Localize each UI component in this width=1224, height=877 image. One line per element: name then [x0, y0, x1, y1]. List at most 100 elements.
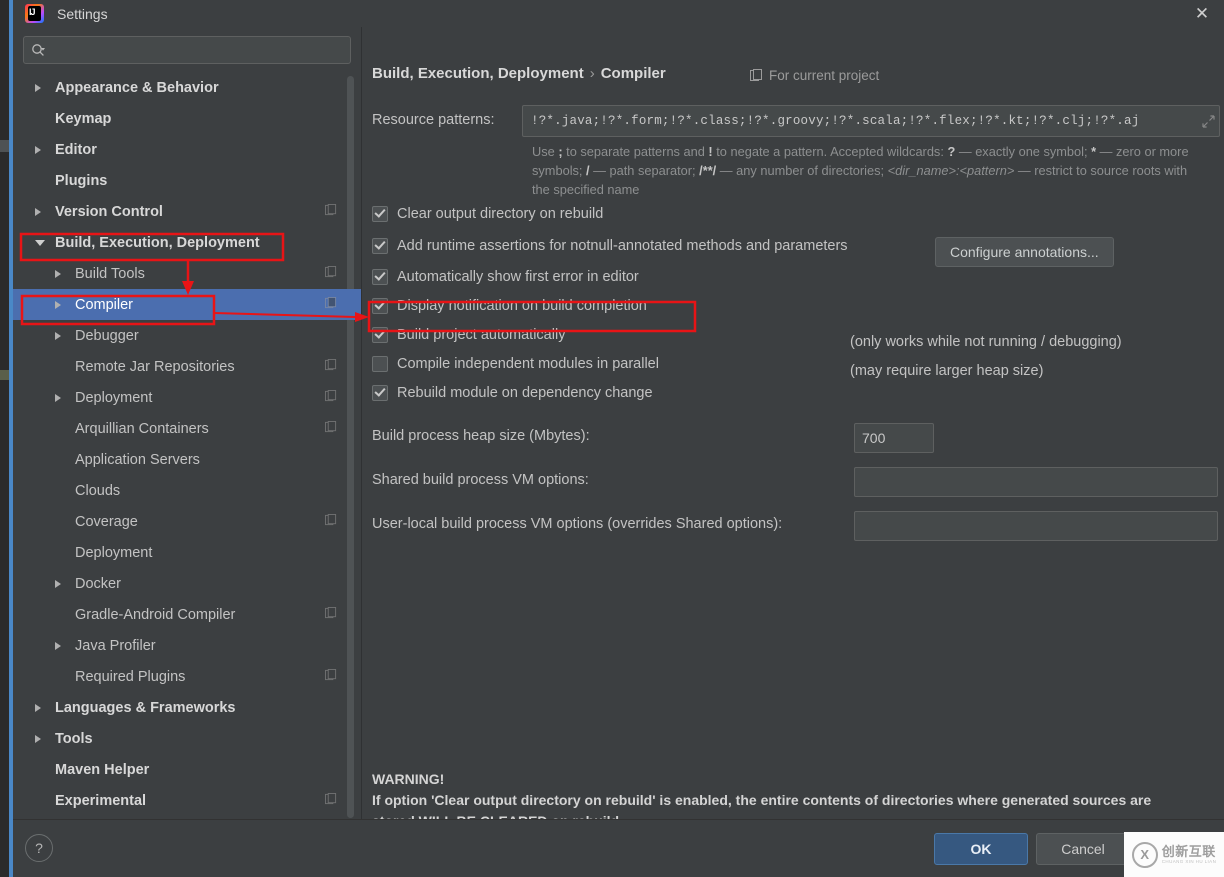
checkbox-checked-icon[interactable] [372, 327, 388, 343]
sidebar-item-label: Languages & Frameworks [55, 699, 236, 716]
sidebar-item-label: Coverage [75, 513, 138, 530]
sidebar-item-label: Arquillian Containers [75, 420, 209, 437]
sidebar-item-maven-helper[interactable]: Maven Helper [13, 754, 361, 785]
sidebar-item-gradle-android-compiler[interactable]: Gradle-Android Compiler [13, 599, 361, 630]
sidebar-item-keymap[interactable]: Keymap [13, 103, 361, 134]
sidebar-item-java-profiler[interactable]: Java Profiler [13, 630, 361, 661]
checkbox-rebuild-module-on-dependency-change[interactable]: Rebuild module on dependency change [372, 382, 848, 404]
checkbox-automatically-show-first-error-in-editor[interactable]: Automatically show first error in editor [372, 266, 848, 288]
user-local-vm-options-field[interactable] [854, 511, 1218, 541]
resource-patterns-field[interactable] [522, 105, 1220, 137]
project-scope-icon [325, 296, 337, 313]
resource-patterns-help: Use ; to separate patterns and ! to nega… [532, 142, 1204, 199]
shared-vm-options-label: Shared build process VM options: [372, 472, 589, 488]
sidebar-item-label: Appearance & Behavior [55, 79, 219, 96]
checkbox-checked-icon[interactable] [372, 269, 388, 285]
sidebar-item-experimental[interactable]: Experimental [13, 785, 361, 816]
sidebar-item-label: Required Plugins [75, 668, 186, 685]
sidebar-item-clouds[interactable]: Clouds [13, 475, 361, 506]
sidebar-item-required-plugins[interactable]: Required Plugins [13, 661, 361, 692]
shared-vm-options-input[interactable] [855, 468, 1217, 496]
help-button[interactable]: ? [25, 834, 53, 862]
chevron-right-icon[interactable] [55, 269, 61, 278]
chevron-right-icon[interactable] [55, 393, 61, 402]
heap-size-field[interactable] [854, 423, 934, 453]
sidebar-item-label: Clouds [75, 482, 121, 499]
checkbox-add-runtime-assertions-for-notnull-annotated-methods-and-parameters[interactable]: Add runtime assertions for notnull-annot… [372, 235, 848, 257]
checkbox-unchecked-icon[interactable] [372, 356, 388, 372]
project-scope-icon [325, 358, 337, 375]
breadcrumb: Build, Execution, Deployment › Compiler [372, 65, 666, 82]
chevron-right-icon[interactable] [55, 300, 61, 309]
heap-size-input[interactable] [855, 424, 933, 452]
sidebar-item-appearance-behavior[interactable]: Appearance & Behavior [13, 72, 361, 103]
cancel-button[interactable]: Cancel [1036, 833, 1130, 865]
user-local-vm-options-label: User-local build process VM options (ove… [372, 516, 783, 532]
chevron-right-icon[interactable] [35, 207, 41, 216]
chevron-right-icon[interactable] [35, 703, 41, 712]
sidebar-item-remote-jar-repositories[interactable]: Remote Jar Repositories [13, 351, 361, 382]
for-current-project-label: For current project [769, 68, 880, 83]
checkbox-label: Compile independent modules in parallel [397, 356, 659, 372]
user-local-vm-options-input[interactable] [855, 512, 1217, 540]
sidebar-item-version-control[interactable]: Version Control [13, 196, 361, 227]
chevron-right-icon[interactable] [55, 331, 61, 340]
sidebar-item-label: Deployment [75, 544, 153, 561]
checkbox-checked-icon[interactable] [372, 238, 388, 254]
sidebar-item-tools[interactable]: Tools [13, 723, 361, 754]
expand-editor-icon[interactable] [1197, 114, 1219, 128]
for-current-project: For current project [750, 68, 879, 83]
sidebar-item-label: Application Servers [75, 451, 200, 468]
sidebar-item-build-execution-deployment[interactable]: Build, Execution, Deployment [13, 227, 361, 258]
sidebar-item-arquillian-containers[interactable]: Arquillian Containers [13, 413, 361, 444]
sidebar-item-languages-frameworks[interactable]: Languages & Frameworks [13, 692, 361, 723]
chevron-down-icon[interactable] [35, 239, 45, 246]
warning-title: WARNING! [372, 771, 445, 787]
resource-patterns-input[interactable] [523, 114, 1197, 128]
sidebar-item-coverage[interactable]: Coverage [13, 506, 361, 537]
sidebar-item-label: Docker [75, 575, 121, 592]
chevron-right-icon[interactable] [55, 579, 61, 588]
configure-annotations-button[interactable]: Configure annotations... [935, 237, 1114, 267]
chevron-right-icon[interactable] [35, 83, 41, 92]
ok-button[interactable]: OK [934, 833, 1028, 865]
sidebar-item-label: Deployment [75, 389, 153, 406]
chevron-right-icon[interactable] [35, 734, 41, 743]
project-scope-icon [325, 606, 337, 623]
breadcrumb-leaf: Compiler [600, 65, 666, 82]
sidebar-item-deployment[interactable]: Deployment [13, 537, 361, 568]
sidebar-item-build-tools[interactable]: Build Tools [13, 258, 361, 289]
search-box[interactable] [23, 36, 351, 64]
checkbox-clear-output-directory-on-rebuild[interactable]: Clear output directory on rebuild [372, 203, 848, 225]
checkbox-build-project-automatically[interactable]: Build project automatically [372, 324, 848, 346]
checkbox-label: Clear output directory on rebuild [397, 206, 604, 222]
sidebar-item-editor[interactable]: Editor [13, 134, 361, 165]
checkbox-compile-independent-modules-in-parallel[interactable]: Compile independent modules in parallel [372, 353, 848, 375]
sidebar-item-compiler[interactable]: Compiler [13, 289, 361, 320]
help-p3: to negate a pattern. Accepted wildcards: [712, 144, 948, 159]
settings-tree[interactable]: Appearance & Behavior Keymap Editor Plugins… [13, 70, 361, 819]
sidebar-item-docker[interactable]: Docker [13, 568, 361, 599]
help-p2: to separate patterns and [562, 144, 709, 159]
checkbox-display-notification-on-build-completion[interactable]: Display notification on build completion [372, 295, 848, 317]
sidebar-item-label: Build Tools [75, 265, 145, 282]
sidebar-item-deployment[interactable]: Deployment [13, 382, 361, 413]
help-p4: — exactly one symbol; [955, 144, 1092, 159]
help-i1: <dir_name>:<pattern> [887, 163, 1015, 178]
sidebar-item-label: Gradle-Android Compiler [75, 606, 236, 623]
checkbox-checked-icon[interactable] [372, 385, 388, 401]
shared-vm-options-field[interactable] [854, 467, 1218, 497]
sidebar-item-label: Maven Helper [55, 761, 150, 778]
chevron-right-icon[interactable] [35, 145, 41, 154]
breadcrumb-root[interactable]: Build, Execution, Deployment [372, 65, 584, 82]
sidebar-item-plugins[interactable]: Plugins [13, 165, 361, 196]
sidebar-item-debugger[interactable]: Debugger [13, 320, 361, 351]
project-scope-icon [325, 792, 337, 809]
checkbox-checked-icon[interactable] [372, 298, 388, 314]
search-input[interactable] [50, 41, 343, 59]
chevron-right-icon[interactable] [55, 641, 61, 650]
checkbox-checked-icon[interactable] [372, 206, 388, 222]
close-icon[interactable]: ✕ [1180, 0, 1224, 27]
sidebar-item-label: Tools [55, 730, 93, 747]
sidebar-item-application-servers[interactable]: Application Servers [13, 444, 361, 475]
